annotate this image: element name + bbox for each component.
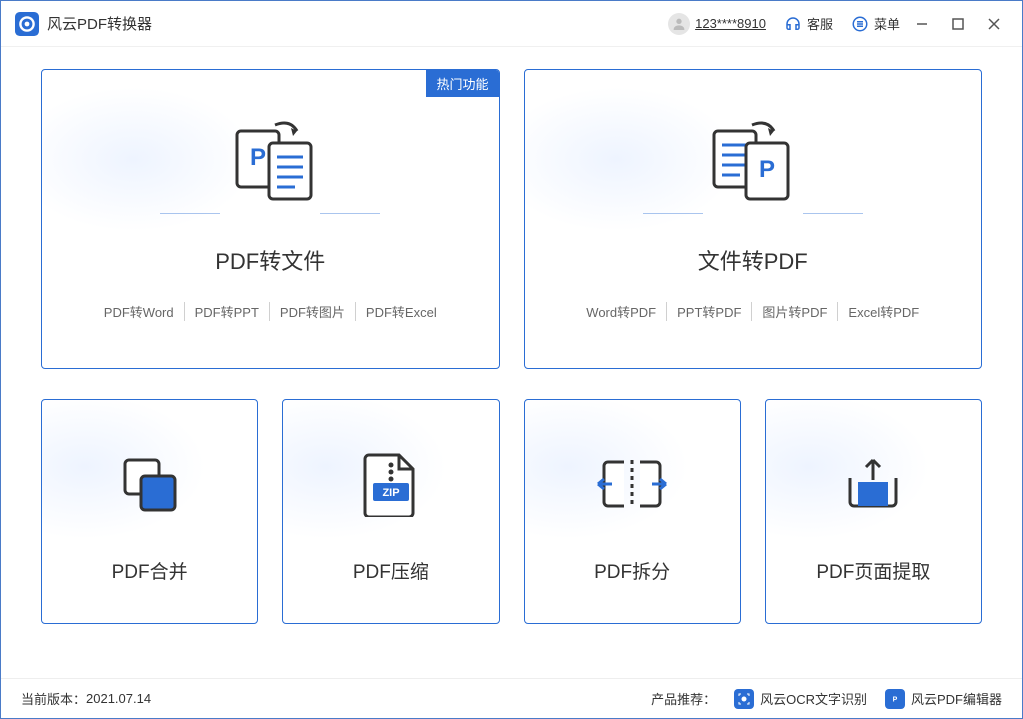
extract-icon	[838, 449, 908, 519]
menu-icon	[851, 15, 869, 33]
svg-text:P: P	[250, 144, 266, 171]
recommend-label: 产品推荐：	[651, 689, 716, 708]
user-account[interactable]: 123****8910	[663, 13, 766, 35]
app-logo-icon	[15, 12, 39, 36]
card-title: PDF合并	[112, 557, 188, 584]
reco-ocr-label: 风云OCR文字识别	[760, 689, 867, 708]
close-icon	[988, 18, 1000, 30]
username-label: 123****8910	[695, 16, 766, 31]
card-pdf-compress[interactable]: ZIP PDF压缩	[282, 399, 499, 624]
file-to-pdf-icon: P	[698, 117, 808, 207]
sub-excel-to-pdf[interactable]: Excel转PDF	[837, 302, 929, 321]
card-pdf-to-file[interactable]: 热门功能 P PDF转文件 PDF转Word PDF转PPT	[41, 69, 500, 369]
sub-image-to-pdf[interactable]: 图片转PDF	[751, 302, 837, 321]
support-button[interactable]: 客服	[784, 14, 833, 33]
hot-badge: 热门功能	[426, 70, 498, 97]
sub-pdf-to-ppt[interactable]: PDF转PPT	[184, 302, 269, 321]
card-title: PDF转文件	[215, 244, 325, 276]
sub-ppt-to-pdf[interactable]: PPT转PDF	[666, 302, 751, 321]
maximize-button[interactable]	[944, 10, 972, 38]
pdf-to-file-icon: P	[215, 117, 325, 207]
ocr-icon	[734, 689, 754, 709]
card-file-to-pdf[interactable]: P 文件转PDF Word转PDF PPT转PDF 图片转PDF Excel转P…	[524, 69, 983, 369]
app-title: 风云PDF转换器	[47, 13, 152, 34]
svg-text:P: P	[759, 156, 775, 183]
reco-ocr[interactable]: 风云OCR文字识别	[734, 689, 867, 709]
card-title: PDF压缩	[353, 557, 429, 584]
reco-editor[interactable]: P 风云PDF编辑器	[885, 689, 1002, 709]
titlebar: 风云PDF转换器 123****8910 客服 菜单	[1, 1, 1022, 47]
menu-button[interactable]: 菜单	[851, 14, 900, 33]
svg-text:ZIP: ZIP	[382, 487, 399, 499]
sub-options: Word转PDF PPT转PDF 图片转PDF Excel转PDF	[576, 302, 929, 321]
card-pdf-extract[interactable]: PDF页面提取	[765, 399, 982, 624]
main-content: 热门功能 P PDF转文件 PDF转Word PDF转PPT	[1, 47, 1022, 678]
card-pdf-merge[interactable]: PDF合并	[41, 399, 258, 624]
svg-text:P: P	[893, 696, 898, 703]
support-label: 客服	[807, 14, 833, 33]
headset-icon	[784, 15, 802, 33]
editor-icon: P	[885, 689, 905, 709]
reco-editor-label: 风云PDF编辑器	[911, 689, 1002, 708]
version-value: 2021.07.14	[86, 691, 151, 706]
minimize-button[interactable]	[908, 10, 936, 38]
split-icon	[592, 449, 672, 519]
menu-label: 菜单	[874, 14, 900, 33]
sub-pdf-to-word[interactable]: PDF转Word	[94, 302, 184, 321]
footer: 当前版本： 2021.07.14 产品推荐： 风云OCR文字识别 P 风云PDF…	[1, 678, 1022, 718]
decor-line	[160, 213, 380, 214]
sub-options: PDF转Word PDF转PPT PDF转图片 PDF转Excel	[94, 302, 447, 321]
card-pdf-split[interactable]: PDF拆分	[524, 399, 741, 624]
maximize-icon	[952, 18, 964, 30]
card-title: 文件转PDF	[698, 244, 808, 276]
minimize-icon	[916, 18, 928, 30]
card-title: PDF拆分	[594, 557, 670, 584]
version-label: 当前版本：	[21, 689, 86, 708]
sub-word-to-pdf[interactable]: Word转PDF	[576, 302, 666, 321]
close-button[interactable]	[980, 10, 1008, 38]
decor-line	[643, 213, 863, 214]
compress-icon: ZIP	[361, 449, 421, 519]
merge-icon	[115, 449, 185, 519]
sub-pdf-to-image[interactable]: PDF转图片	[269, 302, 355, 321]
avatar-icon	[668, 13, 690, 35]
card-title: PDF页面提取	[816, 557, 930, 584]
sub-pdf-to-excel[interactable]: PDF转Excel	[355, 302, 447, 321]
